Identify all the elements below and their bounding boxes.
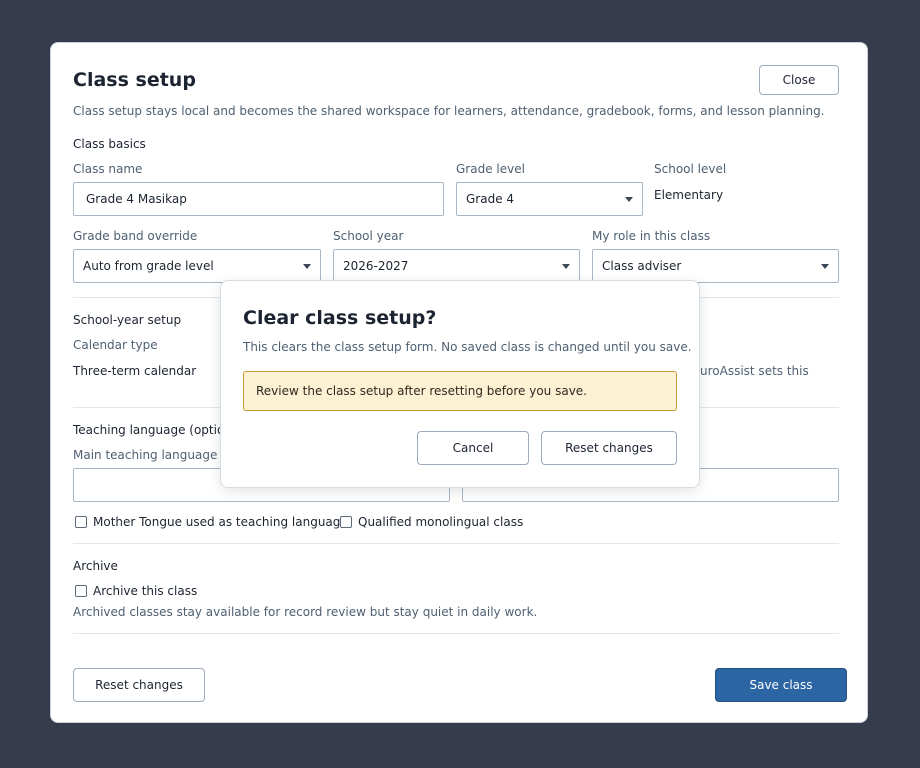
class-name-label: Class name	[73, 162, 143, 176]
chevron-down-icon	[303, 264, 311, 269]
archive-checkbox[interactable]	[75, 585, 87, 597]
warning-text: Review the class setup after resetting b…	[256, 384, 587, 398]
close-button[interactable]: Close	[759, 65, 839, 95]
grade-band-value: Auto from grade level	[83, 259, 214, 273]
calendar-note: uroAssist sets this	[700, 364, 809, 378]
class-name-value: Grade 4 Masikap	[86, 192, 187, 206]
chevron-down-icon	[625, 197, 633, 202]
school-year-setup-heading: School-year setup	[73, 313, 182, 327]
cancel-button[interactable]: Cancel	[417, 431, 529, 465]
monolingual-label: Qualified monolingual class	[358, 515, 524, 529]
school-level-value: Elementary	[654, 188, 724, 202]
confirm-message: This clears the class setup form. No sav…	[243, 340, 692, 354]
archive-checkbox-label: Archive this class	[93, 584, 198, 598]
school-year-value: 2026-2027	[343, 259, 409, 273]
school-year-select[interactable]: 2026-2027	[333, 249, 580, 283]
confirm-title: Clear class setup?	[243, 307, 437, 329]
archive-heading: Archive	[73, 559, 118, 573]
dialog-title: Class setup	[73, 69, 196, 91]
reset-changes-button[interactable]: Reset changes	[73, 668, 205, 702]
mother-tongue-label: Mother Tongue used as teaching language	[93, 515, 348, 529]
archive-hint: Archived classes stay available for reco…	[73, 605, 538, 619]
dialog-subtitle: Class setup stays local and becomes the …	[73, 104, 825, 118]
chevron-down-icon	[562, 264, 570, 269]
grade-level-label: Grade level	[456, 162, 525, 176]
grade-band-label: Grade band override	[73, 229, 198, 243]
monolingual-checkbox[interactable]	[340, 516, 352, 528]
school-level-label: School level	[654, 162, 727, 176]
role-value: Class adviser	[602, 259, 682, 273]
school-year-label: School year	[333, 229, 404, 243]
confirm-reset-button[interactable]: Reset changes	[541, 431, 677, 465]
main-language-label: Main teaching language	[73, 448, 218, 462]
class-basics-heading: Class basics	[73, 137, 146, 151]
confirm-reset-dialog: Clear class setup? This clears the class…	[220, 280, 700, 488]
teaching-language-heading: Teaching language (optiona	[73, 423, 240, 437]
calendar-type-label: Calendar type	[73, 338, 158, 352]
mother-tongue-checkbox[interactable]	[75, 516, 87, 528]
save-class-button[interactable]: Save class	[715, 668, 847, 702]
grade-level-value: Grade 4	[466, 192, 515, 206]
grade-level-select[interactable]: Grade 4	[456, 182, 643, 216]
divider	[73, 633, 839, 634]
divider	[73, 543, 839, 544]
class-name-input[interactable]: Grade 4 Masikap	[73, 182, 444, 216]
role-select[interactable]: Class adviser	[592, 249, 839, 283]
warning-alert: Review the class setup after resetting b…	[243, 371, 677, 411]
grade-band-select[interactable]: Auto from grade level	[73, 249, 321, 283]
calendar-type-value: Three-term calendar	[73, 364, 197, 378]
chevron-down-icon	[821, 264, 829, 269]
role-label: My role in this class	[592, 229, 711, 243]
